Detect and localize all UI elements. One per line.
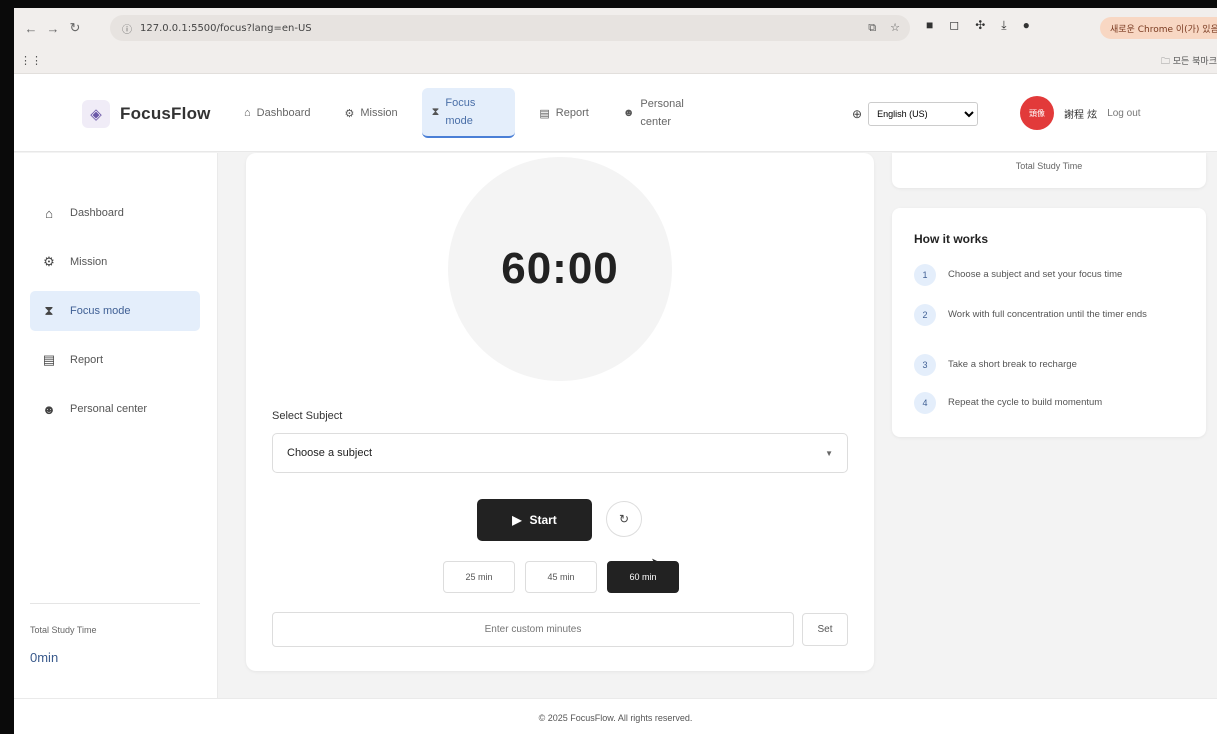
focus-timer-card: 60:00 Select Subject Choose a subject ▼ … [246,153,874,671]
subject-select[interactable]: Choose a subject ▼ [272,433,848,473]
set-button[interactable]: Set [802,613,848,646]
extension-icon[interactable]: ■ [926,18,933,33]
step-item: 4 Repeat the cycle to build momentum [914,392,1194,414]
sidebar-item-dashboard[interactable]: ⌂ Dashboard [30,193,200,233]
nav-mission[interactable]: ⚙ Mission [334,88,407,138]
total-study-time-label: Total Study Time [1015,161,1083,171]
brand-name: FocusFlow [120,104,211,123]
all-bookmarks-folder[interactable]: 🗀 모든 북마크 [1161,54,1217,70]
report-icon: ▤ [42,352,56,367]
user-icon: ☻ [42,401,56,417]
nav-report[interactable]: ▤ Report [529,88,598,138]
step-text: Repeat the cycle to build momentum [948,397,1103,408]
apps-icon[interactable]: ⋮⋮ [20,54,42,67]
hourglass-icon: ⧗ [44,303,54,318]
bookmark-star-icon[interactable]: ☆ [890,21,900,35]
step-text: Work with full concentration until the t… [948,309,1147,320]
step-number: 4 [914,392,936,414]
globe-icon: ⊕ [852,107,863,121]
step-text: Take a short break to recharge [948,359,1077,370]
footer: © 2025 FocusFlow. All rights reserved. [14,698,1217,734]
language-switcher: ⊕ English (US) [852,102,979,126]
start-button[interactable]: ▶ Start [477,499,592,541]
total-study-time-value: 0min [30,650,59,665]
profile-icon[interactable]: ● [1023,18,1030,33]
avatar[interactable]: 頭像 [1020,96,1054,130]
custom-minutes-input[interactable] [272,612,794,647]
step-item: 1 Choose a subject and set your focus ti… [914,264,1194,286]
copyright-text: © 2025 FocusFlow. All rights reserved. [538,713,693,723]
home-icon: ⌂ [244,107,251,119]
sidebar-item-mission[interactable]: ⚙ Mission [30,242,200,282]
extension-icon[interactable]: ◻ [949,18,959,33]
browser-window: ← → ↻ ⓘ 127.0.0.1:5500/focus?lang=en-US … [14,8,1217,734]
gear-icon: ⚙ [43,254,55,269]
step-number: 1 [914,264,936,286]
logout-link[interactable]: Log out [1107,108,1140,119]
sidebar-item-personal-center[interactable]: ☻ Personal center [30,389,200,429]
chevron-down-icon: ▼ [825,448,833,458]
step-item: 2 Work with full concentration until the… [914,304,1194,326]
language-select[interactable]: English (US) [868,102,979,126]
gear-icon: ⚙ [344,107,355,120]
site-info-icon[interactable]: ⓘ [122,21,132,36]
total-study-time-card: Total Study Time [892,153,1206,188]
reset-icon: ↻ [618,512,630,526]
step-number: 2 [914,304,936,326]
translate-icon[interactable]: ⧉ [868,21,876,35]
sidebar-item-focus-mode[interactable]: ⧗ Focus mode [30,291,200,331]
url-text: 127.0.0.1:5500/focus?lang=en-US [140,22,312,34]
reload-icon[interactable]: ↻ [64,17,86,39]
chrome-update-button[interactable]: 새로운 Chrome 이(가) 있음 [1100,17,1217,39]
brand-logo[interactable]: ◈ FocusFlow [82,100,211,128]
nav-dashboard[interactable]: ⌂ Dashboard [234,88,320,138]
preset-25-button[interactable]: 25 min [443,561,515,593]
username: 謝程 炫 [1064,109,1098,121]
browser-toolbar: ← → ↻ ⓘ 127.0.0.1:5500/focus?lang=en-US … [14,8,1217,48]
sidebar-item-report[interactable]: ▤ Report [30,340,200,380]
preset-45-button[interactable]: 45 min [525,561,597,593]
download-icon[interactable]: ⤓ [1001,18,1006,33]
nav-personal-center[interactable]: ☻ Personal center [613,88,711,138]
back-icon[interactable]: ← [20,17,42,39]
reset-button[interactable]: ↻ [606,501,642,537]
address-bar[interactable]: ⓘ 127.0.0.1:5500/focus?lang=en-US ⧉ ☆ [110,15,910,41]
home-icon: ⌂ [45,205,53,221]
app-header: ◈ FocusFlow ⌂ Dashboard ⚙ Mission ⧗ Focu… [14,74,1217,152]
preset-60-button[interactable]: 60 min [607,561,679,593]
user-icon: ☻ [622,107,635,119]
how-it-works-title: How it works [914,232,989,246]
nav-focus-mode[interactable]: ⧗ Focus mode [421,88,516,138]
sidebar: ⌂ Dashboard ⚙ Mission ⧗ Focus mode ▤ Rep… [14,153,218,698]
step-text: Choose a subject and set your focus time [948,269,1123,280]
logo-icon: ◈ [82,100,110,128]
puzzle-icon[interactable]: ✣ [975,18,985,33]
mouse-cursor-icon: ➤ [650,554,666,574]
top-nav: ⌂ Dashboard ⚙ Mission ⧗ Focus mode ▤ Rep… [234,88,724,138]
select-subject-label: Select Subject [272,410,343,422]
user-menu: 頭像 謝程 炫 Log out [1020,96,1141,130]
report-icon: ▤ [539,107,550,120]
total-study-time-label: Total Study Time [30,625,97,635]
timer-circle: 60:00 [448,157,672,381]
step-item: 3 Take a short break to recharge [914,354,1194,376]
hourglass-icon: ⧗ [431,105,440,118]
play-icon: ▶ [512,513,522,527]
timer-display: 60:00 [501,244,619,293]
divider [30,603,200,604]
forward-icon[interactable]: → [42,17,64,39]
bookmarks-bar: ⋮⋮ 🗀 모든 북마크 [14,48,1217,74]
how-it-works-card: How it works 1 Choose a subject and set … [892,208,1206,437]
step-number: 3 [914,354,936,376]
